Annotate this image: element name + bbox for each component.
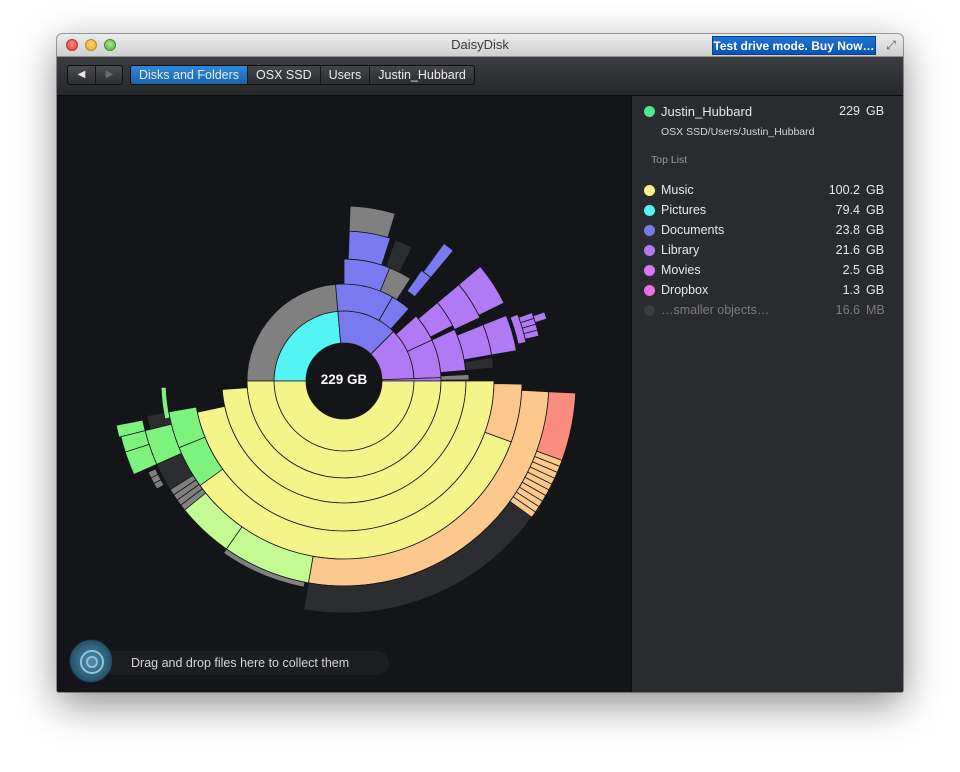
item-name: Library [661,243,700,257]
documents-color-dot [644,225,655,236]
top-list-item[interactable]: Library 21.6 GB [644,241,892,261]
item-size: 23.8 [835,223,860,237]
library-tick-segment[interactable] [532,311,548,324]
top-list-item-smaller-objects[interactable]: …smaller objects… 16.6 MB [644,301,892,321]
top-list-item[interactable]: Movies 2.5 GB [644,261,892,281]
item-size: 21.6 [835,243,860,257]
top-list-item[interactable]: Dropbox 1.3 GB [644,281,892,301]
folder-path: OSX SSD/Users/Justin_Hubbard [661,126,815,138]
item-unit: GB [866,203,885,217]
dropbox-color-dot [644,285,655,296]
back-button[interactable]: ◀ [68,66,96,84]
movies-color-dot [644,265,655,276]
folder-size: 229 [839,104,860,118]
item-size: 16.6 [835,303,860,317]
buy-now-button[interactable]: Test drive mode. Buy Now… [712,36,876,55]
daisydisk-window: DaisyDisk Test drive mode. Buy Now… ⤢ ◀ … [57,34,903,692]
item-size: 79.4 [835,203,860,217]
item-name: Music [661,183,694,197]
item-size: 100.2 [828,183,860,197]
disk-map-area: 229 GB Drag and drop files here to colle… [57,96,631,692]
breadcrumb-justin-hubbard[interactable]: Justin_Hubbard [370,66,474,84]
sunburst-chart[interactable] [57,96,631,692]
item-unit: GB [866,223,885,237]
item-size: 2.5 [842,263,860,277]
item-name: Movies [661,263,701,277]
toolbar: ◀ ▶ Disks and Folders OSX SSD Users Just… [57,57,903,96]
item-unit: GB [866,263,885,277]
item-unit: GB [866,283,885,297]
library-color-dot [644,245,655,256]
details-sidebar: Justin_Hubbard 229 GB OSX SSD/Users/Just… [631,96,903,692]
breadcrumb-osx-ssd[interactable]: OSX SSD [248,66,321,84]
item-name: Dropbox [661,283,709,297]
item-unit: GB [866,243,885,257]
documents-subfolder-segment[interactable] [385,239,413,273]
top-list-item[interactable]: Music 100.2 GB [644,181,892,201]
top-list-title: Top List [651,154,688,166]
forward-button[interactable]: ▶ [96,66,122,84]
item-name: …smaller objects… [661,303,770,317]
item-name: Pictures [661,203,707,217]
top-list-item[interactable]: Pictures 79.4 GB [644,201,892,221]
breadcrumb-users[interactable]: Users [321,66,371,84]
title-bar: DaisyDisk Test drive mode. Buy Now… ⤢ [57,34,903,57]
collector-label: Drag and drop files here to collect them [131,656,350,670]
library-subfolder-segment[interactable] [440,374,470,381]
collector[interactable]: Drag and drop files here to collect them [69,639,389,683]
navigation-buttons: ◀ ▶ [67,65,123,85]
fullscreen-icon[interactable]: ⤢ [883,38,899,52]
breadcrumb: Disks and Folders OSX SSD Users Justin_H… [130,65,475,85]
folder-size-unit: GB [866,104,885,118]
item-unit: MB [866,303,885,317]
breadcrumb-disks-and-folders[interactable]: Disks and Folders [131,66,249,84]
pictures-color-dot [644,205,655,216]
total-size-label[interactable]: 229 GB [304,372,384,387]
documents-subfolder-segment[interactable] [422,242,454,279]
library-subfolder-segment[interactable] [464,357,494,371]
selected-folder-row[interactable]: Justin_Hubbard 229 GB [644,102,892,122]
smaller-objects-color-dot [644,305,655,316]
item-size: 1.3 [842,283,860,297]
collector-icon[interactable] [69,639,113,683]
folder-color-dot [644,106,655,117]
folder-name: Justin_Hubbard [661,104,753,119]
item-name: Documents [661,223,725,237]
top-list-item[interactable]: Documents 23.8 GB [644,221,892,241]
item-unit: GB [866,183,885,197]
music-color-dot [644,185,655,196]
